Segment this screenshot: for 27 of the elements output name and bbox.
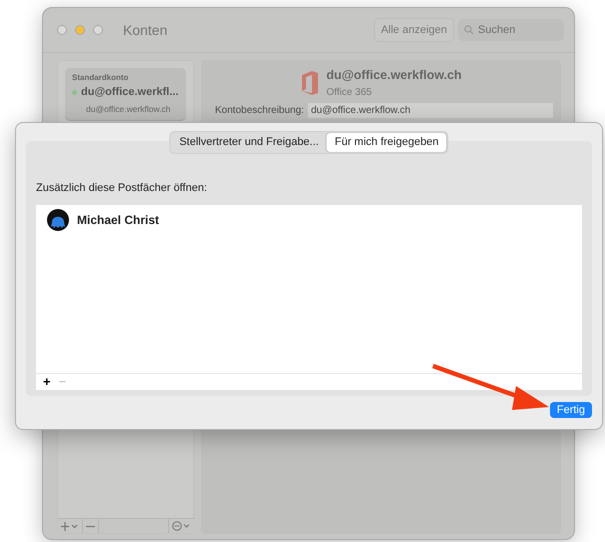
section-heading: Zusätzlich diese Postfächer öffnen:	[36, 181, 208, 196]
account-section-label: Standardkonto	[72, 72, 130, 84]
window-title: Konten	[123, 20, 168, 40]
tab[interactable]: Für mich freigegeben	[326, 133, 447, 152]
more-chevron-icon	[172, 521, 192, 531]
field-label: Kontobeschreibung:	[215, 104, 304, 118]
tab[interactable]: Stellvertreter und Freigabe...	[171, 133, 327, 152]
mailbox-name: Michael Christ	[77, 212, 160, 228]
search-placeholder: Suchen	[478, 22, 516, 38]
remove-button[interactable]	[83, 519, 99, 533]
account-item[interactable]: Standardkonto du@office.werkfl... du@office.werkflow.ch	[65, 68, 186, 120]
account-title: du@office.werkflow.ch	[326, 67, 462, 84]
mailbox-row[interactable]: Michael Christ	[36, 204, 582, 234]
avatar-icon	[47, 208, 69, 230]
close-icon[interactable]	[57, 25, 67, 35]
account-name: du@office.werkfl...	[81, 85, 179, 100]
add-menu-button[interactable]	[58, 519, 83, 533]
office-logo-icon	[300, 70, 318, 95]
account-type: Office 365	[326, 86, 373, 100]
done-button[interactable]: Fertig	[550, 402, 592, 418]
account-email: du@office.werkflow.ch	[86, 102, 172, 116]
text-field[interactable]: du@office.werkflow.ch	[308, 102, 553, 118]
zoom-icon[interactable]	[93, 25, 103, 35]
minimize-icon[interactable]	[75, 25, 85, 35]
search-icon	[464, 25, 474, 35]
add-button[interactable]: +	[41, 375, 53, 388]
plus-chevron-icon	[61, 522, 79, 530]
